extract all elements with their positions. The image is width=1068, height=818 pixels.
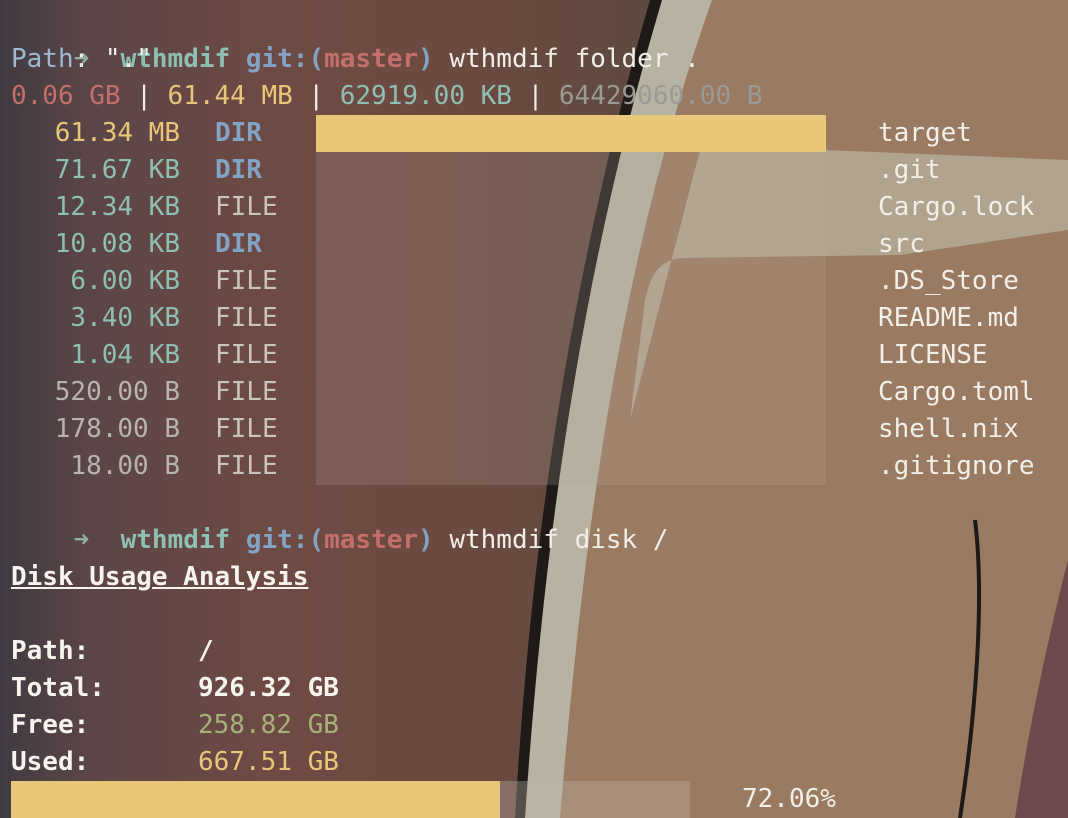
disk-path-row: Path: / xyxy=(11,596,214,666)
command-text: wthmdif folder . xyxy=(449,44,700,74)
git-label-close: ) xyxy=(418,44,434,74)
disk-used-value: 667.51 GB xyxy=(198,747,339,777)
path-value: : "." xyxy=(73,44,152,74)
entry-name: LICENSE xyxy=(878,340,988,370)
entry-size: 10.08 KB xyxy=(54,229,180,259)
git-label: git:( xyxy=(245,525,325,555)
total-mb: 61.44 MB xyxy=(167,81,293,111)
entry-name: shell.nix xyxy=(878,414,1019,444)
entry-size: 12.34 KB xyxy=(54,192,180,222)
disk-usage-percent: 72.06% xyxy=(742,784,836,814)
command-text: wthmdif disk / xyxy=(449,525,669,555)
disk-total-value: 926.32 GB xyxy=(198,673,339,703)
total-separator: | xyxy=(120,81,168,111)
size-bars-area xyxy=(316,115,826,485)
entry-name: README.md xyxy=(878,303,1019,333)
entry-type: FILE xyxy=(215,192,278,222)
entry-name: Cargo.lock xyxy=(878,192,1035,222)
disk-used-row: Used: 667.51 GB xyxy=(11,707,339,777)
entry-name: .gitignore xyxy=(878,451,1035,481)
shell-prompt-1: ➜ wthmdif git:(master) wthmdif folder . xyxy=(11,4,700,74)
entry-size: 6.00 KB xyxy=(70,266,180,296)
disk-free-value: 258.82 GB xyxy=(198,710,339,740)
entry-size: 178.00 B xyxy=(54,414,180,444)
entry-size: 1.04 KB xyxy=(70,340,180,370)
entry-type: DIR xyxy=(215,229,262,259)
folder-path-line: Path: "." xyxy=(11,41,152,78)
total-separator: | xyxy=(511,81,559,111)
disk-used-label: Used: xyxy=(11,747,90,777)
disk-usage-heading: Disk Usage Analysis xyxy=(11,562,309,592)
entry-name: .git xyxy=(878,155,941,185)
entry-type: FILE xyxy=(215,414,278,444)
entry-type: FILE xyxy=(215,303,278,333)
entry-type: FILE xyxy=(215,451,278,481)
disk-usage-bar xyxy=(11,781,690,818)
entry-size-bar xyxy=(316,115,826,152)
git-branch: master xyxy=(324,44,419,74)
folder-total-sizes: 0.06 GB | 61.44 MB | 62919.00 KB | 64429… xyxy=(11,78,762,115)
entry-size: 61.34 MB xyxy=(54,118,180,148)
shell-prompt-2: ➜ wthmdif git:(master) wthmdif disk / xyxy=(11,485,669,555)
entry-size: 71.67 KB xyxy=(54,155,180,185)
total-gb: 0.06 GB xyxy=(11,81,121,111)
path-label: Path xyxy=(11,44,74,74)
entry-name: .DS_Store xyxy=(878,266,1019,296)
entry-type: DIR xyxy=(215,118,262,148)
entry-name: Cargo.toml xyxy=(878,377,1035,407)
terminal-window[interactable]: ➜ wthmdif git:(master) wthmdif folder . … xyxy=(0,0,1068,818)
total-kb: 62919.00 KB xyxy=(339,81,512,111)
entry-type: DIR xyxy=(215,155,262,185)
disk-total-row: Total: 926.32 GB xyxy=(11,633,339,703)
disk-usage-bar-fill xyxy=(11,781,500,818)
entry-type: FILE xyxy=(215,266,278,296)
entry-name: target xyxy=(878,118,972,148)
entry-size: 18.00 B xyxy=(70,451,180,481)
entry-type: FILE xyxy=(215,340,278,370)
entry-name: src xyxy=(878,229,925,259)
disk-path-value: / xyxy=(198,636,214,666)
git-branch: master xyxy=(324,525,419,555)
prompt-directory: wthmdif xyxy=(120,525,231,555)
prompt-arrow-icon: ➜ xyxy=(73,525,90,555)
total-bytes: 64429060.00 B xyxy=(558,81,763,111)
entry-size: 520.00 B xyxy=(54,377,180,407)
entry-type: FILE xyxy=(215,377,278,407)
total-separator: | xyxy=(292,81,340,111)
disk-free-row: Free: 258.82 GB xyxy=(11,670,339,740)
git-label-close: ) xyxy=(418,525,434,555)
git-label: git:( xyxy=(245,44,325,74)
entry-size: 3.40 KB xyxy=(70,303,180,333)
